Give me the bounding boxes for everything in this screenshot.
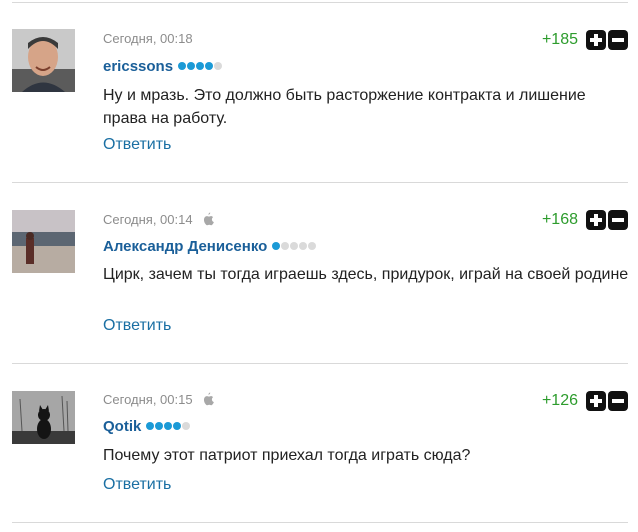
timestamp: Сегодня, 00:18: [103, 30, 193, 46]
comment-item: Сегодня, 00:14 Александр Денисенко +168 …: [0, 183, 638, 364]
apple-icon: [203, 392, 214, 406]
comment-meta: Сегодня, 00:15: [103, 391, 214, 407]
rating-dot: [155, 422, 164, 430]
author-link[interactable]: Qotik: [103, 418, 141, 435]
comment-meta: Сегодня, 00:18: [103, 30, 193, 46]
reply-link[interactable]: Ответить: [103, 136, 171, 154]
reply-link[interactable]: Ответить: [103, 476, 171, 494]
upvote-button[interactable]: [586, 391, 606, 411]
timestamp: Сегодня, 00:14: [103, 211, 193, 227]
apple-icon: [203, 212, 214, 226]
rating-dot: [308, 242, 317, 250]
comment-item: Сегодня, 00:18 ericssons +185 Ну и мразь…: [0, 0, 638, 183]
rating-dot: [214, 62, 223, 70]
author-row: Александр Денисенко: [103, 236, 317, 256]
avatar[interactable]: [12, 210, 75, 273]
author-link[interactable]: Александр Денисенко: [103, 238, 267, 255]
user-rating: [272, 242, 317, 250]
author-row: Qotik: [103, 416, 191, 436]
avatar-photo: [12, 210, 75, 273]
comment-text: Цирк, зачем ты тогда играешь здесь, прид…: [103, 266, 629, 283]
downvote-button[interactable]: [608, 30, 628, 50]
rating-dot: [272, 242, 281, 250]
rating-dot: [173, 422, 182, 430]
upvote-button[interactable]: [586, 210, 606, 230]
score: +126: [541, 392, 578, 409]
downvote-button[interactable]: [608, 391, 628, 411]
rating-dot: [178, 62, 187, 70]
comment-item: Сегодня, 00:15 Qotik +126 Почему этот па…: [0, 364, 638, 532]
rating-dot: [196, 62, 205, 70]
rating-dot: [290, 242, 299, 250]
avatar[interactable]: [12, 391, 75, 444]
downvote-button[interactable]: [608, 210, 628, 230]
rating-dot: [182, 422, 191, 430]
rating-dot: [281, 242, 290, 250]
upvote-button[interactable]: [586, 30, 606, 50]
vote-controls: +168: [542, 209, 628, 231]
rating-dot: [146, 422, 155, 430]
rating-dot: [164, 422, 173, 430]
comment-meta: Сегодня, 00:14: [103, 211, 214, 227]
user-rating: [178, 62, 223, 70]
author-row: ericssons: [103, 56, 223, 76]
avatar-photo: [12, 29, 75, 92]
vote-controls: +185: [542, 29, 628, 51]
score: +168: [541, 211, 578, 228]
rating-dot: [299, 242, 308, 250]
avatar[interactable]: [12, 29, 75, 92]
timestamp: Сегодня, 00:15: [103, 391, 193, 407]
avatar-photo: [12, 391, 75, 444]
divider: [12, 522, 628, 523]
score: +185: [541, 31, 578, 48]
comment-text: Почему этот патриот приехал тогда играть…: [103, 447, 471, 464]
rating-dot: [187, 62, 196, 70]
vote-controls: +126: [542, 390, 628, 412]
user-rating: [146, 422, 191, 430]
reply-link[interactable]: Ответить: [103, 317, 171, 335]
author-link[interactable]: ericssons: [103, 58, 173, 75]
comment-text: Ну и мразь. Это должно быть расторжение …: [103, 87, 586, 127]
rating-dot: [205, 62, 214, 70]
